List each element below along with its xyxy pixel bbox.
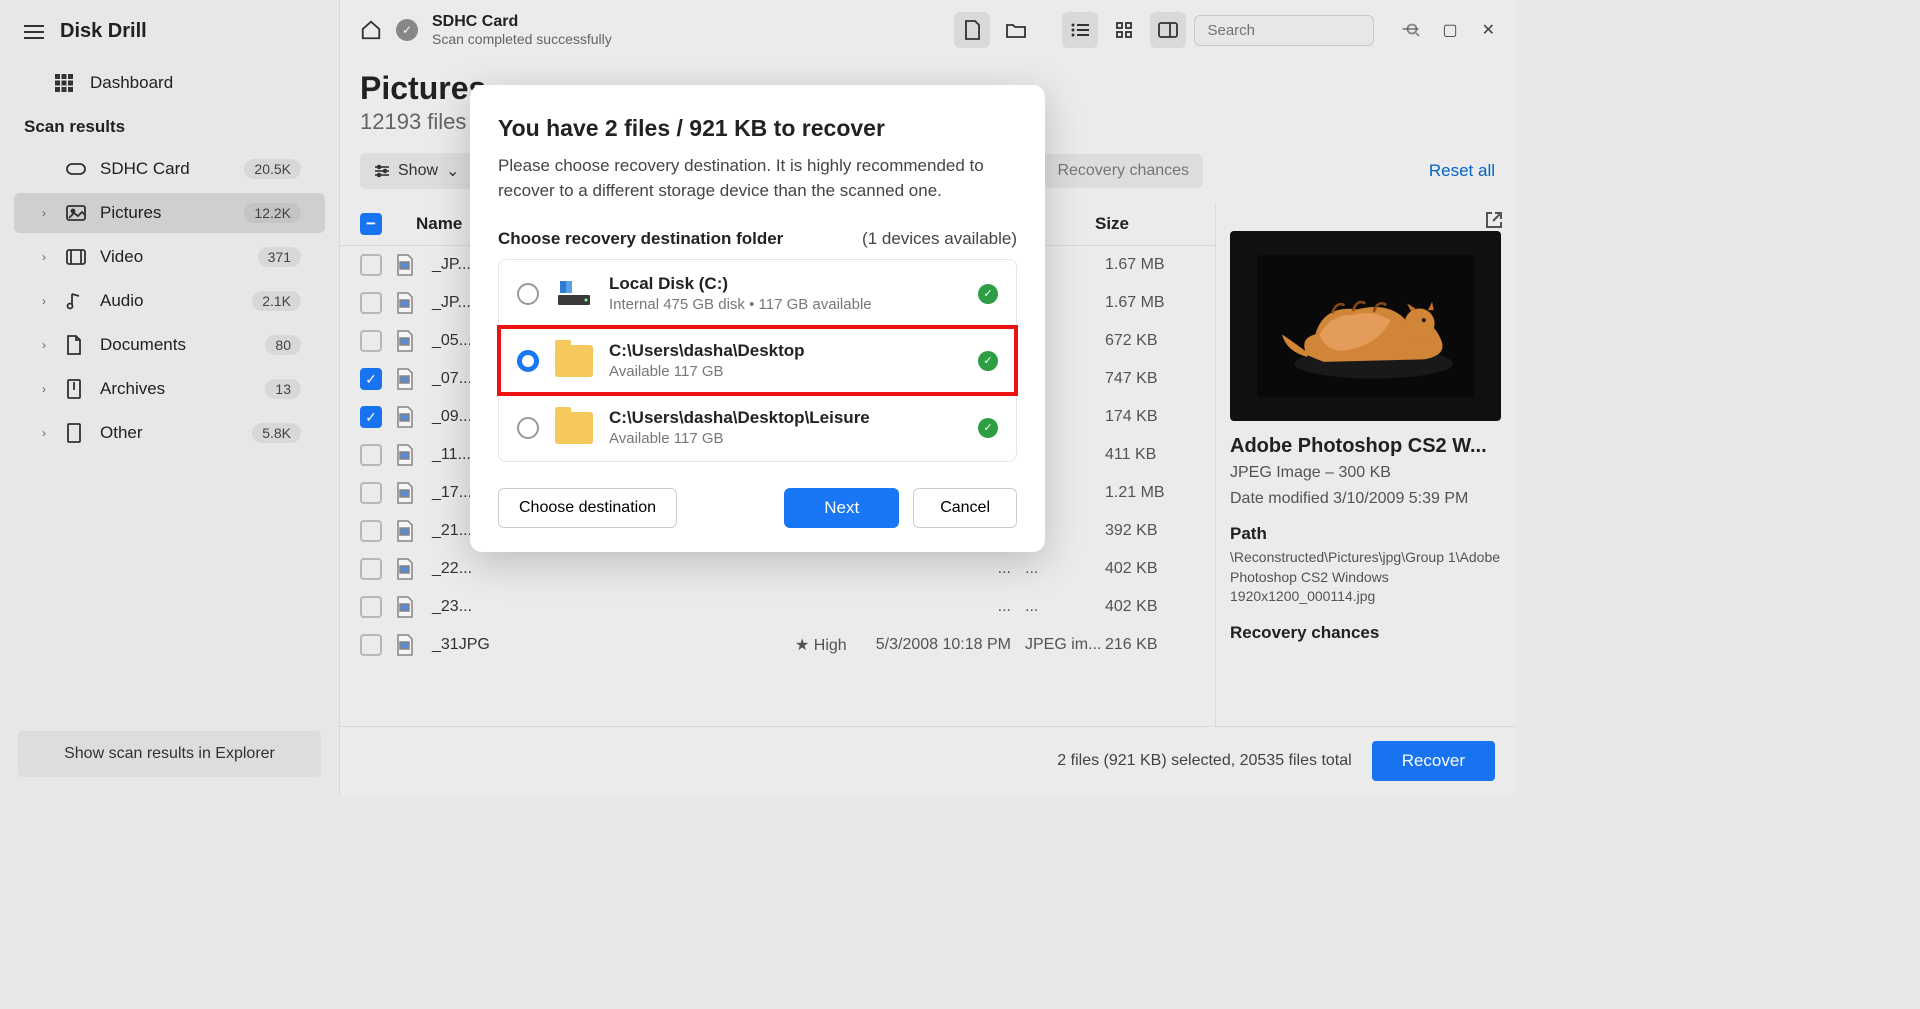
destination-radio[interactable] bbox=[517, 283, 539, 305]
cancel-button[interactable]: Cancel bbox=[913, 488, 1017, 528]
destination-subtitle: Available 117 GB bbox=[609, 363, 962, 380]
recovery-destination-modal: You have 2 files / 921 KB to recover Ple… bbox=[470, 85, 1045, 552]
destination-title: C:\Users\dasha\Desktop\Leisure bbox=[609, 408, 962, 428]
disk-icon bbox=[555, 275, 593, 313]
folder-icon bbox=[555, 412, 593, 444]
destination-subtitle: Available 117 GB bbox=[609, 430, 962, 447]
destination-item[interactable]: C:\Users\dasha\Desktop\Leisure Available… bbox=[499, 394, 1016, 461]
modal-text: Please choose recovery destination. It i… bbox=[498, 154, 1017, 203]
destination-item[interactable]: C:\Users\dasha\Desktop Available 117 GB … bbox=[499, 327, 1016, 394]
destination-subtitle: Internal 475 GB disk • 117 GB available bbox=[609, 296, 962, 313]
check-icon: ✓ bbox=[978, 351, 998, 371]
modal-devices-count: (1 devices available) bbox=[862, 229, 1017, 249]
modal-backdrop: You have 2 files / 921 KB to recover Ple… bbox=[0, 0, 1515, 795]
modal-choose-label: Choose recovery destination folder bbox=[498, 229, 783, 249]
folder-icon bbox=[555, 345, 593, 377]
choose-destination-button[interactable]: Choose destination bbox=[498, 488, 677, 528]
check-icon: ✓ bbox=[978, 418, 998, 438]
destination-title: C:\Users\dasha\Desktop bbox=[609, 341, 962, 361]
next-button[interactable]: Next bbox=[784, 488, 899, 528]
modal-title: You have 2 files / 921 KB to recover bbox=[498, 115, 1017, 142]
check-icon: ✓ bbox=[978, 284, 998, 304]
destination-item[interactable]: Local Disk (C:) Internal 475 GB disk • 1… bbox=[499, 260, 1016, 327]
destination-radio[interactable] bbox=[517, 417, 539, 439]
destination-title: Local Disk (C:) bbox=[609, 274, 962, 294]
destination-radio[interactable] bbox=[517, 350, 539, 372]
